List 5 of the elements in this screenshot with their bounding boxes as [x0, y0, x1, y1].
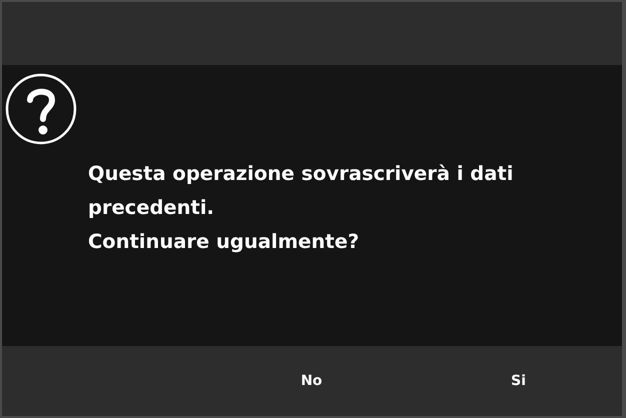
message-text: Continuare ugualmente? — [88, 229, 360, 255]
dialog-button[interactable]: Si — [415, 346, 622, 416]
message-text: Questa operazione sovrascriverà i dati precedenti. — [88, 161, 514, 221]
question-icon — [5, 73, 77, 145]
dialog-button[interactable]: No — [208, 346, 415, 416]
